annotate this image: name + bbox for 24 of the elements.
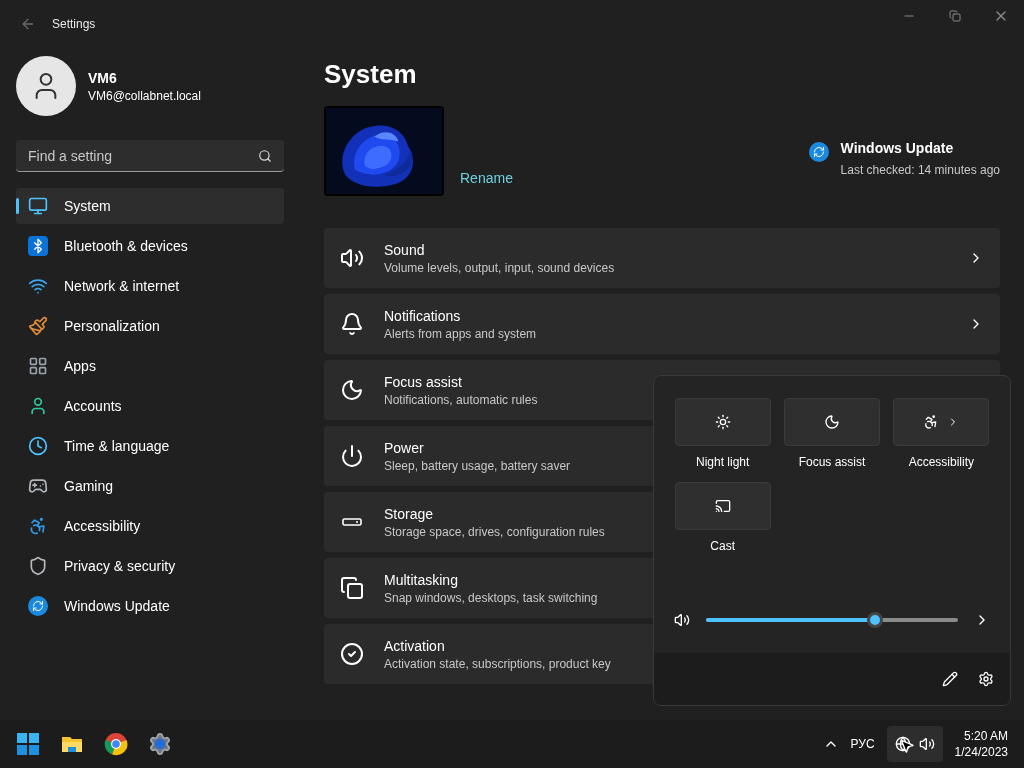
card-subtitle: Storage space, drives, configuration rules [384,524,605,540]
window-title: Settings [52,16,96,32]
tile-label: Cast [710,538,735,554]
card-subtitle: Activation state, subscriptions, product key [384,656,611,672]
account-name: VM6 [88,69,118,88]
card-title: Sound [384,241,425,260]
card-subtitle: Alerts from apps and system [384,326,537,342]
page-title: System [324,58,418,90]
card-subtitle: Sleep, battery usage, battery saver [384,458,571,474]
card-title: Multitasking [384,571,458,590]
tile-label: Night light [695,454,750,470]
update-status: Last checked: 14 minutes ago [840,162,1000,178]
card-title: Power [384,439,424,458]
tile-label: Focus assist [798,454,866,470]
account-email: VM6@collabnet.local [88,88,201,104]
card-subtitle: Volume levels, output, input, sound devices [384,260,615,276]
card-title: Storage [384,505,434,524]
card-title: Notifications [384,307,461,326]
card-title: Focus assist [384,373,462,392]
tile-label: Accessibility [908,454,974,470]
card-subtitle: Snap windows, desktops, task switching [384,590,598,606]
update-title: Windows Update [840,139,955,158]
card-title: Activation [384,637,445,656]
card-subtitle: Notifications, automatic rules [384,392,538,408]
